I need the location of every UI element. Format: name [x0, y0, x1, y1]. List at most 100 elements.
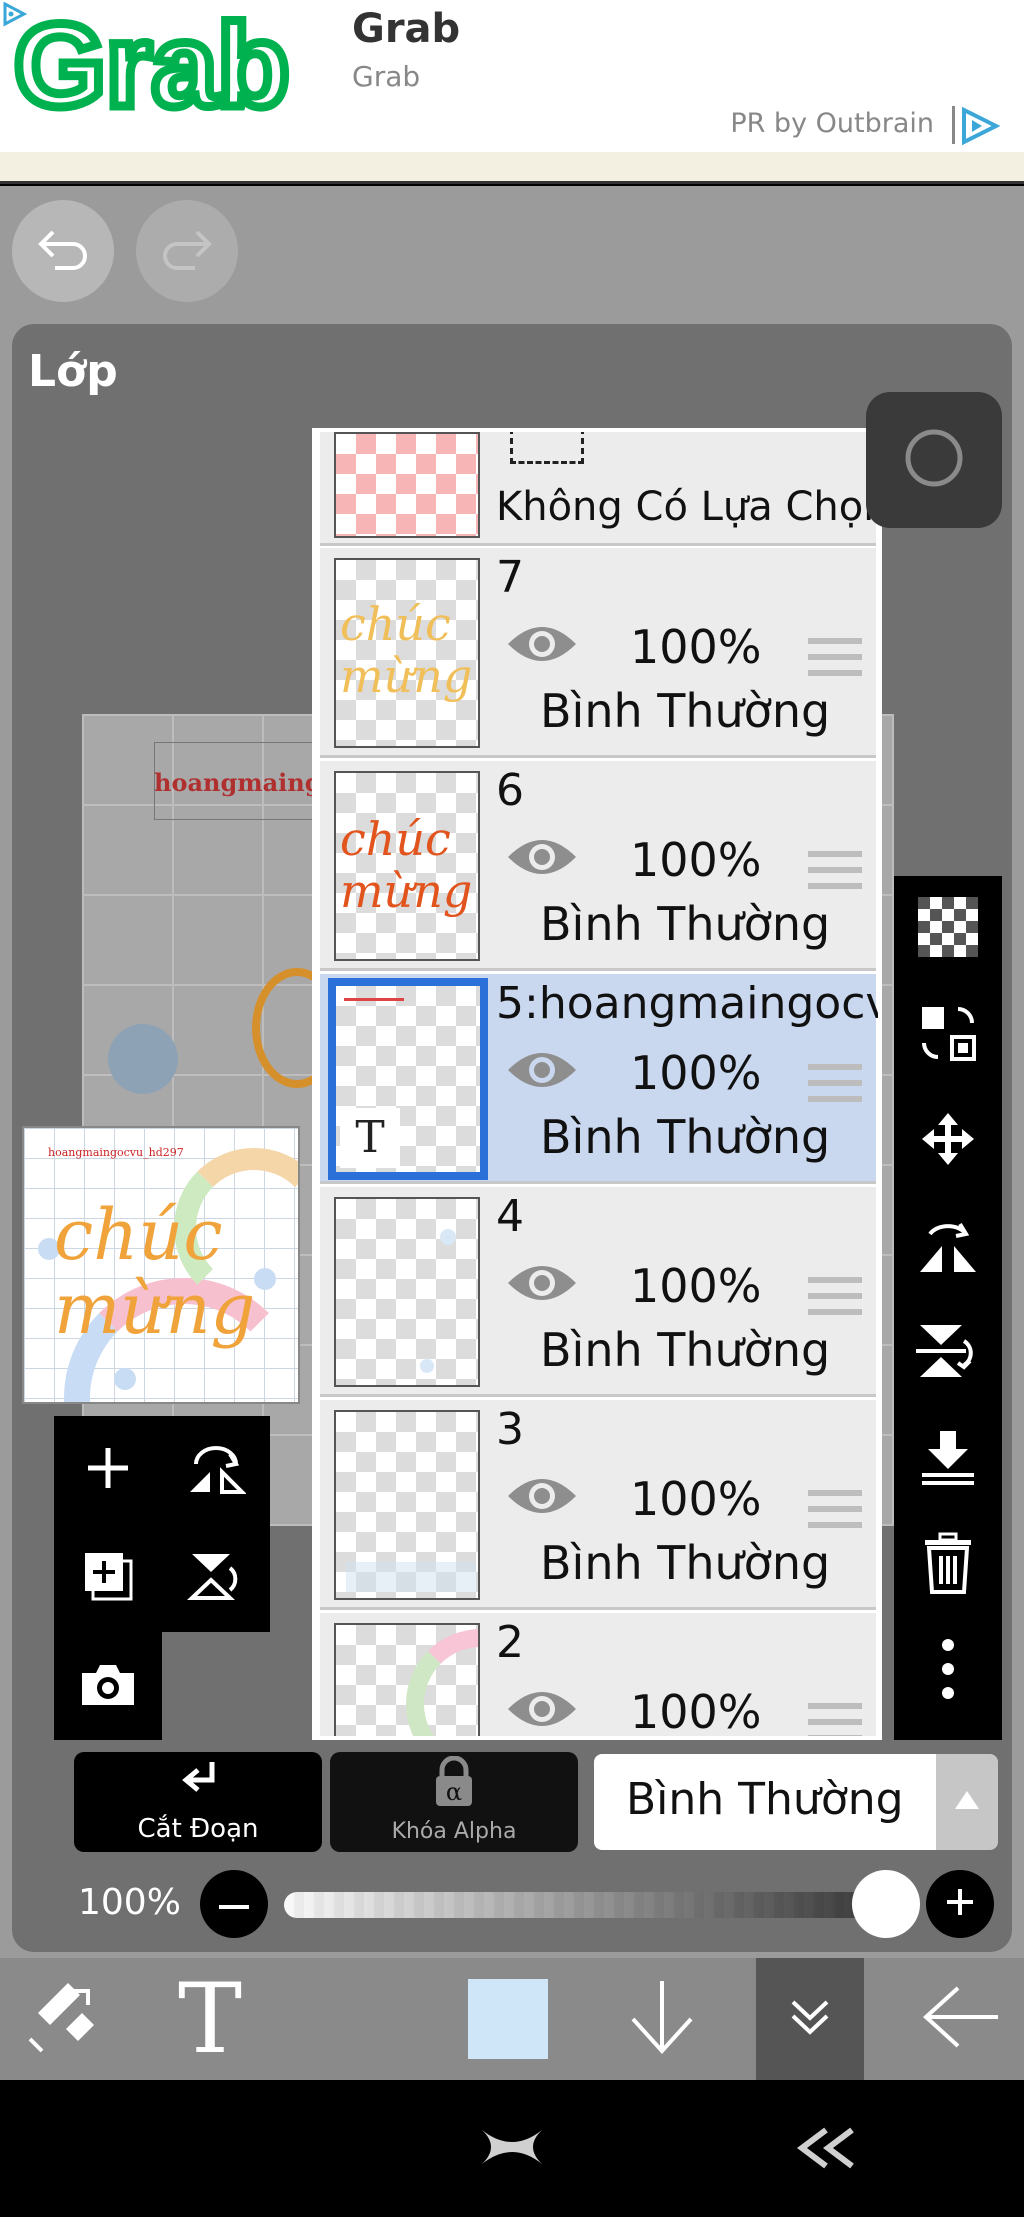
rotate-flip-icon [186, 1440, 247, 1500]
selection-thumbnail [334, 432, 480, 538]
transparent-fill-button[interactable] [894, 876, 1002, 982]
layer-row-2[interactable]: 2 100% [320, 1613, 876, 1736]
layer-name: 5:hoangmaingocv [496, 978, 882, 1029]
ad-sponsor-label[interactable]: PR by Outbrain [730, 108, 934, 139]
drag-handle-icon[interactable] [808, 1277, 862, 1325]
minus-icon [219, 1895, 249, 1914]
panel-title: Lớp [28, 346, 118, 397]
layer-opacity: 100% [630, 620, 762, 674]
reference-button[interactable] [894, 982, 1002, 1088]
close-icon[interactable] [476, 2122, 548, 2176]
drag-handle-icon[interactable] [808, 1064, 862, 1112]
layer-list[interactable]: Không Có Lựa Chọn chúc mừng 7 100% Bình … [312, 428, 882, 1740]
arrow-down-icon [627, 1977, 697, 2061]
blend-mode-dropdown-button[interactable] [936, 1754, 998, 1850]
flip-vertical-button[interactable] [894, 1300, 1002, 1406]
layer-name: 6 [496, 765, 524, 816]
arrow-left-icon [922, 1982, 1002, 2056]
preview-line-2: mừng [54, 1268, 256, 1350]
selection-label: Không Có Lựa Chọn [496, 484, 882, 530]
color-swatch-button[interactable] [456, 1958, 560, 2080]
eye-icon[interactable] [504, 1257, 580, 1313]
merge-down-button[interactable] [894, 1406, 1002, 1512]
drag-handle-icon[interactable] [808, 851, 862, 899]
right-toolbar [894, 876, 1002, 1740]
collapse-button[interactable] [756, 1958, 864, 2080]
chevron-double-down-icon [785, 1992, 835, 2046]
outbrain-icon[interactable] [958, 106, 1002, 150]
preview-watermark: hoangmaingocvu_hd297 [48, 1146, 184, 1159]
drag-handle-icon[interactable] [808, 1490, 862, 1538]
selection-layer-row[interactable]: Không Có Lựa Chọn [320, 432, 878, 546]
alpha-lock-label: Khóa Alpha [391, 1819, 517, 1844]
record-button[interactable] [866, 392, 1002, 528]
layer-thumbnail: chúc mừng [334, 558, 480, 748]
text-layer-badge: T [340, 1108, 400, 1168]
canvas-dot [108, 1024, 178, 1094]
drag-handle-icon[interactable] [808, 638, 862, 686]
add-layer-button[interactable] [54, 1416, 162, 1524]
layer-thumbnail [334, 1410, 480, 1600]
eye-icon[interactable] [504, 1470, 580, 1526]
eye-icon[interactable] [504, 1683, 580, 1736]
current-color-swatch [468, 1979, 548, 2059]
canvas-preview[interactable]: hoangmaingocvu_hd297 chúc mừng [22, 1126, 300, 1404]
clipping-label: Cắt Đoạn [137, 1814, 259, 1844]
rotate-flip-button[interactable] [162, 1416, 270, 1524]
flip-horizontal-button[interactable] [894, 1194, 1002, 1300]
duplicate-layer-button[interactable] [54, 1524, 162, 1632]
clipping-button[interactable]: Cắt Đoạn [74, 1752, 322, 1852]
layer-opacity: 100% [630, 1046, 762, 1100]
move-button[interactable] [894, 1088, 1002, 1194]
eye-icon[interactable] [504, 618, 580, 674]
arrow-down-button[interactable] [606, 1958, 718, 2080]
transform-tool-button[interactable] [6, 1958, 118, 2080]
double-chevron-left-icon[interactable] [790, 2124, 860, 2176]
clipping-arrow-icon [176, 1758, 220, 1812]
layer-row-3[interactable]: 3 100% Bình Thường [320, 1400, 876, 1610]
text-tool-button[interactable]: T [150, 1958, 270, 2080]
opacity-decrease-button[interactable] [200, 1870, 268, 1938]
layer-blend-mode: Bình Thường [540, 897, 831, 951]
trash-icon [921, 1532, 975, 1598]
lock-icon: α [432, 1755, 476, 1812]
layer-blend-mode: Bình Thường [540, 1110, 831, 1164]
opacity-slider[interactable] [284, 1892, 904, 1918]
selection-dashed-icon [510, 432, 584, 464]
eye-icon[interactable] [504, 1044, 580, 1100]
layer-name: 3 [496, 1404, 524, 1455]
layer-thumbnail [334, 1623, 480, 1736]
layer-thumbnail: chúc mừng [334, 771, 480, 961]
layer-row-4[interactable]: 4 100% Bình Thường [320, 1187, 876, 1397]
layer-opacity: 100% [630, 1472, 762, 1526]
ad-title[interactable]: Grab [352, 6, 460, 52]
delete-layer-button[interactable] [894, 1512, 1002, 1618]
alpha-lock-button[interactable]: α Khóa Alpha [330, 1752, 578, 1852]
triangle-up-icon [953, 1789, 981, 1815]
opacity-increase-button[interactable] [926, 1870, 994, 1938]
opacity-slider-thumb[interactable] [852, 1870, 920, 1938]
plus-icon [945, 1887, 975, 1921]
layer-name: 7 [496, 552, 524, 603]
layer-row-5-selected[interactable]: T 5:hoangmaingocv 100% Bình Thường [320, 974, 878, 1184]
rotate-flip-vertical-icon [186, 1546, 246, 1610]
redo-button[interactable] [136, 200, 238, 302]
layer-row-6[interactable]: chúc mừng 6 100% Bình Thường [320, 761, 876, 971]
ad-footer-strip [0, 152, 1024, 184]
text-tool-icon: T [177, 1963, 243, 2075]
back-button[interactable] [906, 1958, 1018, 2080]
preview-line-1: chúc [54, 1194, 223, 1276]
ad-banner[interactable]: Grab Grab Grab PR by Outbrain [0, 0, 1024, 152]
camera-button[interactable] [54, 1632, 162, 1740]
blend-mode-select[interactable]: Bình Thường [594, 1754, 936, 1850]
decor-dot [254, 1268, 276, 1290]
rotate-flip-vertical-button[interactable] [162, 1524, 270, 1632]
more-button[interactable] [894, 1618, 1002, 1724]
record-icon [902, 426, 966, 494]
opacity-label: 100% [78, 1882, 181, 1923]
redo-icon [159, 224, 215, 278]
eye-icon[interactable] [504, 831, 580, 887]
layer-row-7[interactable]: chúc mừng 7 100% Bình Thường [320, 548, 876, 758]
drag-handle-icon[interactable] [808, 1703, 862, 1736]
undo-button[interactable] [12, 200, 114, 302]
